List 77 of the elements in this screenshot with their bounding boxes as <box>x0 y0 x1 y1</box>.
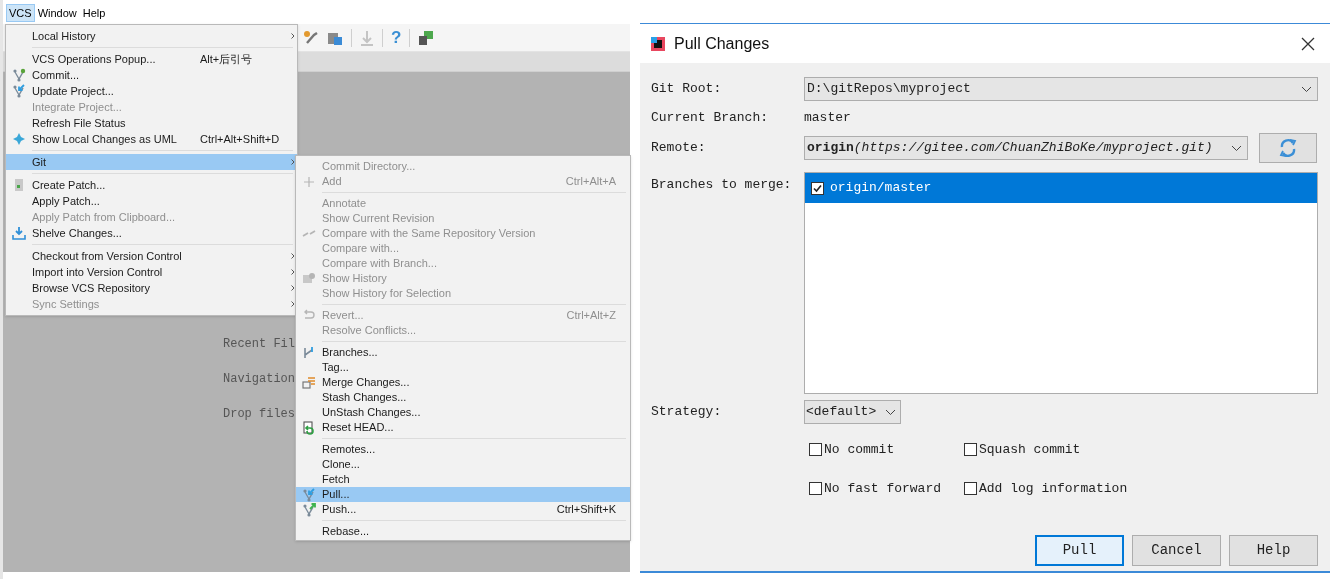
menu-item[interactable]: Git <box>6 154 297 170</box>
push-icon <box>302 502 316 517</box>
field-label: Strategy: <box>651 403 723 422</box>
menu-item[interactable]: Local History <box>6 28 297 44</box>
menu-item[interactable]: Branches... <box>296 345 630 360</box>
checkbox[interactable] <box>809 482 822 495</box>
shortcut-label: Ctrl+Alt+Shift+D <box>200 132 280 145</box>
branches-icon <box>302 345 316 360</box>
wrench-icon <box>303 29 319 46</box>
shortcut-label: Ctrl+Alt+Z <box>566 308 617 324</box>
menu-item[interactable]: Tag... <box>296 360 630 375</box>
shortcut-label: Alt+后引号 <box>200 52 253 65</box>
git-root-select[interactable]: D:\gitRepos\myproject <box>804 77 1318 101</box>
menu-item[interactable]: UnStash Changes... <box>296 405 630 420</box>
refresh-button[interactable] <box>1259 133 1317 163</box>
checkbox-label[interactable]: No fast forward <box>824 478 942 499</box>
welcome-hint: Navigation <box>223 371 295 387</box>
checkbox-label[interactable]: No commit <box>824 439 895 460</box>
update-icon <box>12 84 26 98</box>
checkbox[interactable] <box>964 443 977 456</box>
field-label: Current Branch: <box>651 109 770 128</box>
update-icon <box>302 487 316 502</box>
menu-item[interactable]: Stash Changes... <box>296 390 630 405</box>
menu-item[interactable]: Show Local Changes as UML Ctrl+Alt+Shift+D <box>6 131 297 147</box>
dialog-button[interactable]: Help <box>1229 535 1318 566</box>
menu-item[interactable]: Clone... <box>296 457 630 472</box>
list-item[interactable]: origin/master <box>805 173 1317 203</box>
remote-select[interactable]: origin(https://gitee.com/ChuanZhiBoKe/myproject.git) <box>804 136 1248 160</box>
menu-item[interactable]: Refresh File Status <box>6 115 297 131</box>
field-label: Remote: <box>651 139 707 158</box>
menu-item[interactable]: Remotes... <box>296 442 630 457</box>
menu-item[interactable]: Pull... <box>296 487 630 502</box>
document-icon <box>12 178 26 192</box>
menu-item[interactable]: Shelve Changes... <box>6 225 297 241</box>
menu-item[interactable]: Apply Patch... <box>6 193 297 209</box>
menu-item[interactable]: Create Patch... <box>6 177 297 193</box>
plus-icon <box>302 174 316 189</box>
diagram-icon <box>12 132 26 146</box>
menu-item[interactable]: Commit... <box>6 67 297 83</box>
menu-item[interactable]: Merge Changes... <box>296 375 630 390</box>
reset-icon <box>302 420 316 435</box>
menu-item[interactable]: Browse VCS Repository <box>6 280 297 296</box>
shortcut-label: Ctrl+Alt+A <box>565 174 617 190</box>
dialog-button[interactable]: Pull <box>1035 535 1124 566</box>
branch-value: master <box>804 109 851 128</box>
field-label: Branches to merge: <box>651 176 793 194</box>
menu-item[interactable]: Import into Version Control <box>6 264 297 280</box>
menu-bar-item[interactable]: Help <box>79 4 109 22</box>
menu-item[interactable]: Fetch <box>296 472 630 487</box>
menu-bar-item[interactable]: Window <box>34 4 80 22</box>
close-icon <box>1300 35 1316 52</box>
welcome-hint: Drop files <box>223 406 295 422</box>
strategy-select[interactable]: <default> <box>804 400 901 424</box>
checkbox-label[interactable]: Squash commit <box>979 439 1081 460</box>
history-icon <box>302 271 316 286</box>
download-icon <box>360 29 374 46</box>
app-icon <box>650 35 666 52</box>
dialog-title: Pull Changes <box>674 33 771 54</box>
checkbox[interactable] <box>964 482 977 495</box>
windows-icon <box>418 29 435 46</box>
menu-item[interactable]: Checkout from Version Control <box>6 248 297 264</box>
welcome-hint: Recent Fil <box>223 336 295 352</box>
refresh-icon <box>1278 138 1298 158</box>
dialog-button[interactable]: Cancel <box>1132 535 1221 566</box>
shortcut-label: Ctrl+Shift+K <box>556 502 617 518</box>
checkbox[interactable] <box>811 181 824 195</box>
checkbox[interactable] <box>809 443 822 456</box>
merge-icon <box>302 375 316 390</box>
menu-item[interactable]: Reset HEAD... <box>296 420 630 435</box>
menu-item[interactable]: Rebase... <box>296 524 630 539</box>
commit-icon <box>12 68 26 82</box>
menu-item[interactable]: Push... Ctrl+Shift+K <box>296 502 630 517</box>
field-label: Git Root: <box>651 80 723 99</box>
checkbox-label[interactable]: Add log information <box>979 478 1128 499</box>
menu-bar-item[interactable]: VCS <box>6 4 35 22</box>
menu-item[interactable]: Update Project... <box>6 83 297 99</box>
download-icon <box>12 226 26 240</box>
